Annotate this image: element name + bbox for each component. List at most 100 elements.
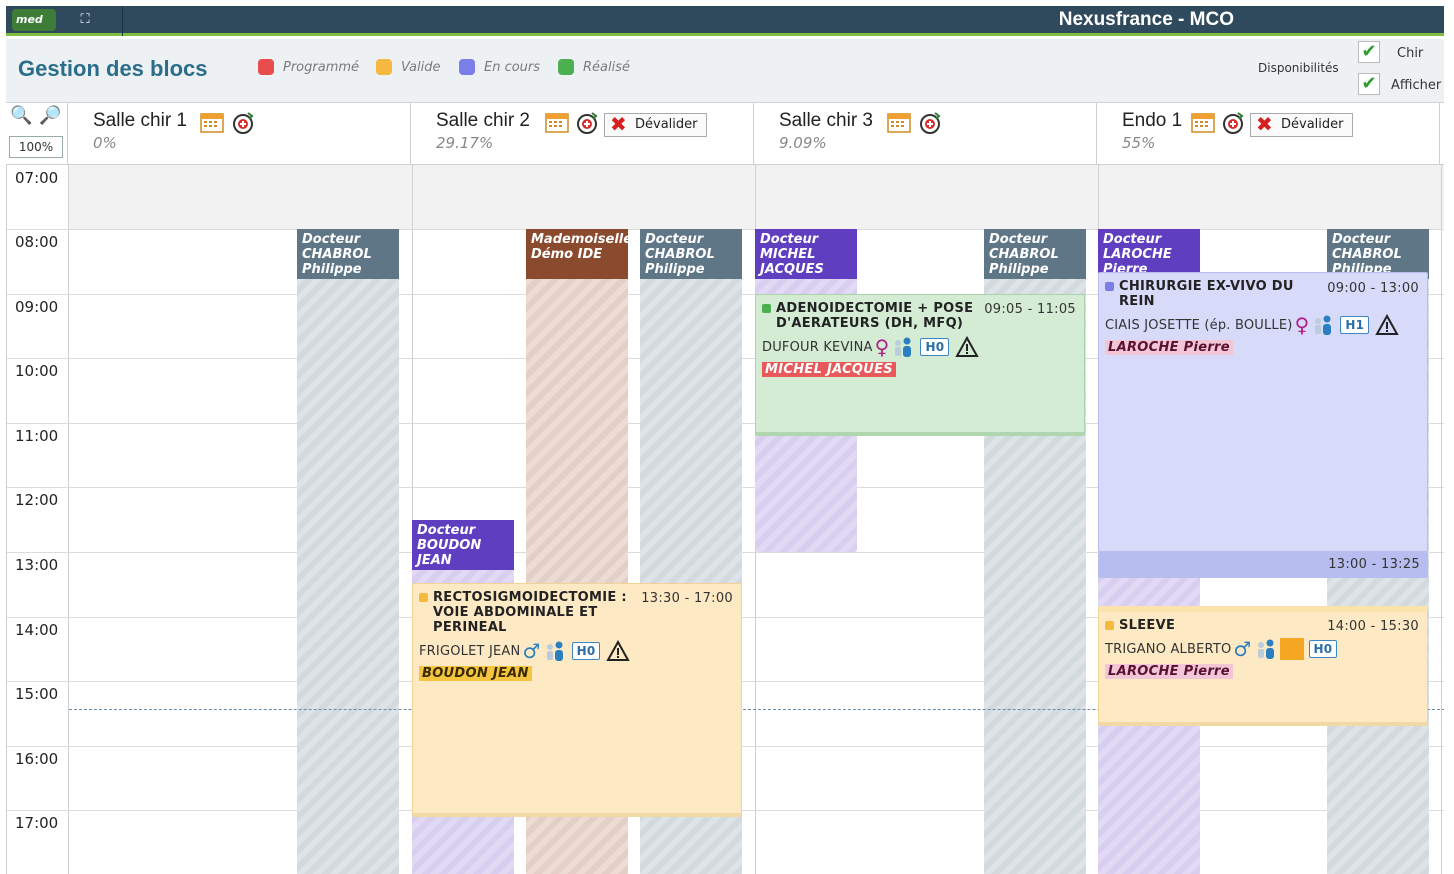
- hour-line: [7, 746, 69, 747]
- top-bar-separator: [122, 6, 123, 36]
- lane-surgeon-label: Docteur CHABROL Philippe: [297, 229, 399, 279]
- lane-surgeon-label: Docteur BOUDON JEAN: [412, 520, 514, 570]
- intervention-card-chirurgie-ex-vivo[interactable]: CHIRURGIE EX-VIVO DU REIN 09:00 - 13:00 …: [1098, 272, 1428, 552]
- room-name: Endo 1: [1122, 110, 1183, 131]
- room-name: Salle chir 3: [779, 110, 873, 131]
- close-icon: ✖: [1256, 112, 1273, 136]
- room-divider: [1441, 165, 1442, 874]
- room-name: Salle chir 2: [436, 110, 530, 131]
- intervention-card-sleeve[interactable]: SLEEVE 14:00 - 15:30 TRIGANO ALBERTO ♂ H…: [1098, 606, 1428, 726]
- hour-line: [7, 487, 69, 488]
- warning-icon[interactable]: [606, 640, 631, 662]
- warning-icon[interactable]: [955, 336, 979, 358]
- hour-line: [7, 358, 69, 359]
- hour-label: 10:00: [15, 362, 59, 380]
- room-header-salle-chir-2: Salle chir 2 29.17% ✖ Dévalider: [411, 103, 754, 165]
- intervention-card-rectosigmoidectomie[interactable]: RECTOSIGMOIDECTOMIE : VOIE ABDOMINALE ET…: [412, 583, 742, 817]
- room-header-row: 🔍 🔎 100% Salle chir 1 0% Salle chir 2 29…: [6, 103, 1444, 165]
- post-op-time: 13:00 - 13:25: [1328, 557, 1420, 572]
- surgeon-lane-chabrol[interactable]: Docteur CHABROL Philippe: [297, 229, 399, 874]
- patient-name: TRIGANO ALBERTO: [1105, 641, 1232, 657]
- add-intervention-icon[interactable]: [231, 111, 255, 135]
- hospitalisation-badge: H0: [571, 642, 601, 660]
- room-occupancy: 9.09%: [779, 134, 827, 152]
- status-swatch: [459, 59, 475, 75]
- room-header-salle-chir-3: Salle chir 3 9.09%: [754, 103, 1097, 165]
- patient-name: CIAIS JOSETTE (ép. BOULLE): [1105, 317, 1293, 333]
- surgeon-tag: BOUDON JEAN: [419, 666, 532, 681]
- chir-checkbox[interactable]: ✔: [1358, 41, 1380, 63]
- lane-surgeon-label: Docteur MICHEL JACQUES: [755, 229, 857, 279]
- male-icon: ♂: [1233, 637, 1252, 661]
- hour-label: 13:00: [15, 556, 59, 574]
- post-op-slot[interactable]: 13:00 - 13:25: [1098, 552, 1428, 578]
- intervention-card-adenoidectomie[interactable]: ADENOIDECTOMIE + POSE D'AERATEURS (DH, M…: [755, 294, 1085, 436]
- hour-line: [7, 681, 69, 682]
- patient-icon: [895, 337, 912, 357]
- patient-icon: [1257, 639, 1274, 659]
- status-swatch: [558, 59, 574, 75]
- devalider-button[interactable]: ✖ Dévalider: [1250, 113, 1353, 137]
- afficher-label: Afficher: [1391, 78, 1442, 93]
- hour-line: [7, 229, 69, 230]
- disponibilites-label: Disponibilités: [1258, 61, 1339, 75]
- lane-surgeon-label: Docteur CHABROL Philippe: [984, 229, 1086, 279]
- calendar-icon[interactable]: [1191, 111, 1215, 133]
- hospitalisation-badge: H1: [1340, 316, 1370, 334]
- intervention-title-text: ADENOIDECTOMIE + POSE D'AERATEURS (DH, M…: [776, 301, 974, 331]
- devalider-label: Dévalider: [1281, 117, 1344, 132]
- patient-name: FRIGOLET JEAN: [419, 643, 521, 659]
- schedule-grid: Docteur CHABROL Philippe Docteur BOUDON …: [6, 165, 1444, 874]
- zoom-level[interactable]: 100%: [9, 136, 63, 158]
- status-swatch: [376, 59, 392, 75]
- intervention-time: 13:30 - 17:00: [641, 591, 733, 606]
- devalider-label: Dévalider: [635, 117, 698, 132]
- ambulatory-flag-icon: [1279, 638, 1304, 660]
- intervention-title: SLEEVE: [1105, 618, 1315, 633]
- hour-label: 16:00: [15, 750, 59, 768]
- fullscreen-icon[interactable]: ⛶: [72, 8, 98, 32]
- calendar-icon[interactable]: [887, 111, 911, 133]
- zoom-in-icon[interactable]: 🔎: [39, 105, 61, 126]
- warning-icon[interactable]: [1375, 314, 1399, 336]
- intervention-time: 14:00 - 15:30: [1327, 619, 1419, 634]
- intervention-title: CHIRURGIE EX-VIVO DU REIN: [1105, 279, 1315, 309]
- hour-label: 08:00: [15, 233, 59, 251]
- hour-line: [7, 552, 69, 553]
- surgeon-tag: MICHEL JACQUES: [762, 362, 896, 377]
- patient-name: DUFOUR KEVINA: [762, 339, 873, 355]
- app-logo[interactable]: med: [12, 9, 56, 31]
- zoom-controls: 🔍 🔎 100%: [6, 103, 68, 165]
- patient-row: FRIGOLET JEAN ♂ H0: [419, 640, 735, 662]
- hospitalisation-badge: H0: [920, 338, 950, 356]
- lane-availability: [297, 279, 399, 874]
- app-title: Nexusfrance - MCO: [1058, 9, 1234, 30]
- patient-row: DUFOUR KEVINA ♀ H0: [762, 336, 1078, 358]
- hour-label: 11:00: [15, 427, 59, 445]
- calendar-icon[interactable]: [200, 111, 224, 133]
- zoom-out-icon[interactable]: 🔍: [10, 105, 32, 126]
- add-intervention-icon[interactable]: [1221, 111, 1245, 135]
- room-name: Salle chir 1: [93, 110, 187, 131]
- page-header: Gestion des blocs Programmé Valide En co…: [6, 39, 1444, 103]
- hour-label: 17:00: [15, 814, 59, 832]
- close-icon: ✖: [610, 112, 627, 136]
- patient-row: TRIGANO ALBERTO ♂ H0: [1105, 638, 1421, 660]
- female-icon: ♀: [1294, 313, 1310, 337]
- legend-item-programme: Programmé: [258, 59, 359, 75]
- surgeon-tag: LAROCHE Pierre: [1105, 664, 1233, 679]
- hour-label: 12:00: [15, 491, 59, 509]
- devalider-button[interactable]: ✖ Dévalider: [604, 113, 707, 137]
- intervention-title: ADENOIDECTOMIE + POSE D'AERATEURS (DH, M…: [762, 301, 982, 331]
- add-intervention-icon[interactable]: [918, 111, 942, 135]
- status-dot: [1105, 621, 1114, 630]
- intervention-title: RECTOSIGMOIDECTOMIE : VOIE ABDOMINALE ET…: [419, 590, 629, 635]
- afficher-checkbox[interactable]: ✔: [1358, 73, 1380, 95]
- chir-label: Chir: [1397, 46, 1424, 61]
- add-intervention-icon[interactable]: [575, 111, 599, 135]
- status-dot: [419, 593, 428, 602]
- intervention-time: 09:00 - 13:00: [1327, 281, 1419, 296]
- calendar-icon[interactable]: [545, 111, 569, 133]
- legend-item-realise: Réalisé: [558, 59, 630, 75]
- hour-line: [7, 617, 69, 618]
